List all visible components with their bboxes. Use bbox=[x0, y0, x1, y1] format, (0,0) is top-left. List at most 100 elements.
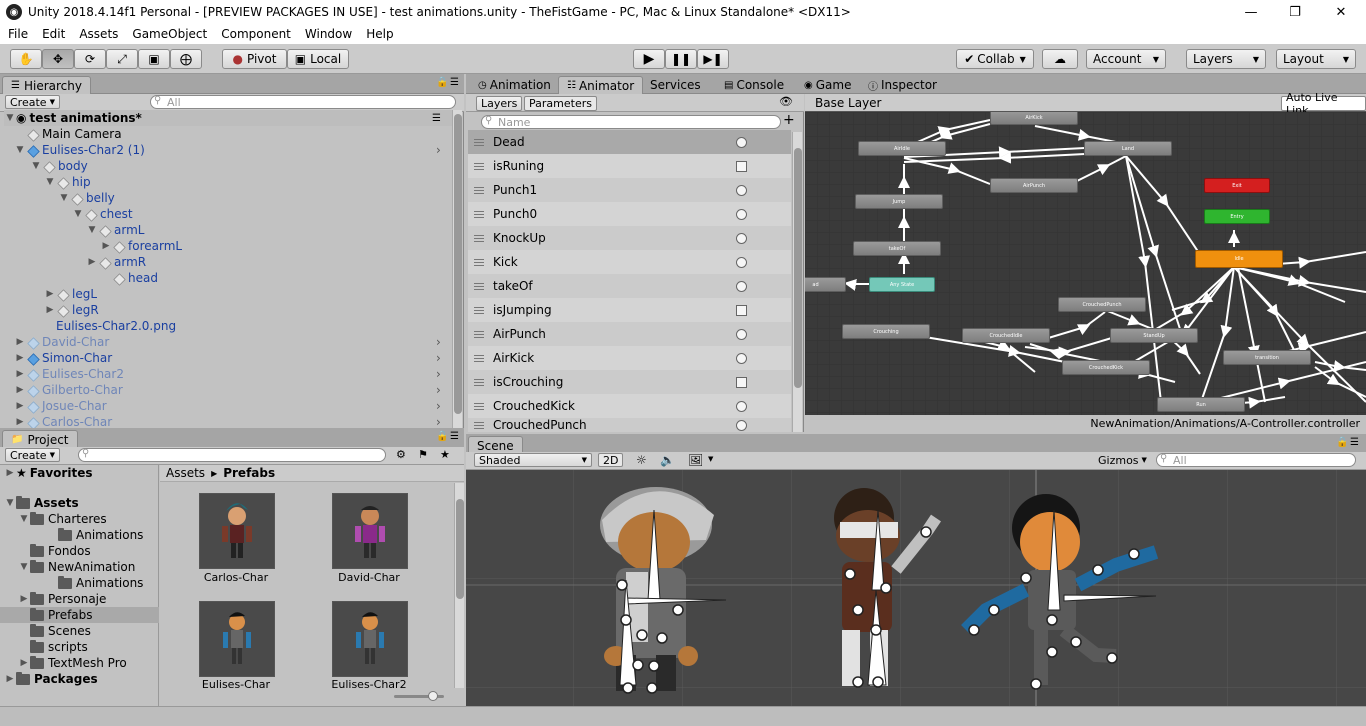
lock-icon[interactable]: 🔒 bbox=[1336, 437, 1348, 448]
menu-assets[interactable]: Assets bbox=[71, 27, 124, 41]
parameter-row[interactable]: isJumping bbox=[468, 298, 791, 322]
label-tag-icon[interactable]: ⚑ bbox=[418, 448, 428, 461]
parameter-row[interactable]: Kick bbox=[468, 250, 791, 274]
parameters-scrollbar[interactable] bbox=[792, 132, 802, 432]
scene-header[interactable]: ▼ ◉ test animations* ☰ bbox=[4, 110, 452, 126]
chevron-right-icon[interactable]: › bbox=[436, 383, 441, 397]
menu-icon[interactable]: ☰ bbox=[450, 77, 459, 88]
drag-handle-icon[interactable] bbox=[474, 330, 484, 338]
expand-arrow-icon[interactable]: ▶ bbox=[18, 594, 30, 604]
state-idle[interactable]: Idle bbox=[1195, 250, 1283, 268]
parameter-name[interactable]: KnockUp bbox=[493, 231, 546, 245]
drag-handle-icon[interactable] bbox=[474, 402, 484, 410]
expand-arrow-icon[interactable]: ▶ bbox=[44, 305, 56, 315]
parameter-name[interactable]: isCrouching bbox=[493, 375, 563, 389]
hierarchy-item[interactable]: ▶ Gilberto-Char › bbox=[14, 382, 441, 398]
expand-arrow-icon[interactable]: ▶ bbox=[100, 241, 112, 251]
expand-arrow-icon[interactable]: ▼ bbox=[4, 113, 16, 123]
hierarchy-item[interactable]: ▶ Eulises-Char2 › bbox=[14, 366, 441, 382]
project-folder-item[interactable]: Scenes bbox=[0, 623, 159, 639]
state-dead[interactable]: ad bbox=[805, 277, 846, 292]
animator-graph[interactable]: AirKick AirIdle Land AirPunch Exit Entry… bbox=[805, 112, 1366, 415]
packages-row[interactable]: ▶ Packages bbox=[4, 671, 98, 687]
hierarchy-item[interactable]: Eulises-Char2.0.png bbox=[44, 318, 176, 334]
drag-handle-icon[interactable] bbox=[474, 234, 484, 242]
tab-animator[interactable]: ☷ Animator bbox=[558, 76, 644, 94]
scene-menu-icon[interactable]: ☰ bbox=[432, 113, 441, 124]
audio-icon[interactable]: 🔈 bbox=[660, 453, 675, 467]
parameter-trigger-radio[interactable] bbox=[736, 400, 747, 412]
expand-arrow-icon[interactable]: ▼ bbox=[4, 498, 16, 508]
chevron-right-icon[interactable]: › bbox=[436, 415, 441, 429]
expand-arrow-icon[interactable]: ▶ bbox=[18, 658, 30, 668]
tab-game[interactable]: ◉ Game bbox=[796, 76, 859, 94]
expand-arrow-icon[interactable]: ▼ bbox=[58, 193, 70, 203]
tab-inspector[interactable]: ⓘ Inspector bbox=[860, 76, 945, 94]
cloud-button[interactable]: ☁ bbox=[1042, 49, 1078, 69]
lock-icon[interactable]: 🔒 bbox=[436, 431, 448, 442]
tab-animation[interactable]: ◷ Animation bbox=[470, 76, 559, 94]
expand-arrow-icon[interactable]: ▶ bbox=[14, 369, 26, 379]
state-airidle[interactable]: AirIdle bbox=[858, 141, 946, 156]
hierarchy-item[interactable]: Main Camera bbox=[14, 126, 122, 142]
drag-handle-icon[interactable] bbox=[474, 210, 484, 218]
expand-arrow-icon[interactable]: ▶ bbox=[14, 401, 26, 411]
project-folder-item[interactable]: scripts bbox=[0, 639, 159, 655]
parameter-bool-checkbox[interactable] bbox=[736, 376, 747, 388]
scale-tool-button[interactable]: ⤢ bbox=[106, 49, 138, 69]
layout-dropdown[interactable]: Layout ▼ bbox=[1276, 49, 1356, 69]
state-crouchedpunch[interactable]: CrouchedPunch bbox=[1058, 297, 1146, 312]
2d-toggle[interactable]: 2D bbox=[598, 453, 624, 467]
parameter-bool-checkbox[interactable] bbox=[736, 304, 747, 316]
hierarchy-search-input[interactable]: ⚲ All bbox=[150, 95, 456, 109]
parameters-tab-button[interactable]: Parameters bbox=[524, 96, 597, 111]
parameter-name[interactable]: CrouchedKick bbox=[493, 399, 575, 413]
parameter-row[interactable]: KnockUp bbox=[468, 226, 791, 250]
hierarchy-item[interactable]: ▼ armL bbox=[86, 222, 145, 238]
hierarchy-item[interactable]: ▶ legR bbox=[44, 302, 99, 318]
layers-dropdown[interactable]: Layers ▼ bbox=[1186, 49, 1266, 69]
prefab-thumbnail-carlos[interactable] bbox=[199, 493, 275, 569]
parameter-trigger-radio[interactable] bbox=[736, 280, 747, 292]
parameter-row[interactable]: Punch0 bbox=[468, 202, 791, 226]
expand-arrow-icon[interactable]: ▶ bbox=[44, 289, 56, 299]
project-folder-item[interactable]: Fondos bbox=[0, 543, 159, 559]
parameter-name[interactable]: Punch1 bbox=[493, 183, 537, 197]
drag-handle-icon[interactable] bbox=[474, 186, 484, 194]
chevron-down-icon[interactable]: ▼ bbox=[708, 455, 713, 463]
step-button[interactable]: ▶❚ bbox=[697, 49, 729, 69]
drag-handle-icon[interactable] bbox=[474, 378, 484, 386]
expand-arrow-icon[interactable]: ▼ bbox=[72, 209, 84, 219]
menu-icon[interactable]: ☰ bbox=[1350, 437, 1359, 448]
project-folder-item[interactable]: ▼ Charteres bbox=[0, 511, 159, 527]
tab-services[interactable]: Services bbox=[642, 76, 709, 94]
parameter-name[interactable]: AirKick bbox=[493, 351, 534, 365]
menu-gameobject[interactable]: GameObject bbox=[124, 27, 213, 41]
account-dropdown[interactable]: Account ▼ bbox=[1086, 49, 1166, 69]
hierarchy-item[interactable]: ▼ belly bbox=[58, 190, 115, 206]
parameter-trigger-radio[interactable] bbox=[736, 328, 747, 340]
hierarchy-item[interactable]: ▶ forearmL bbox=[100, 238, 183, 254]
chevron-right-icon[interactable]: › bbox=[436, 399, 441, 413]
tab-project[interactable]: 📁 Project bbox=[2, 430, 78, 448]
prefab-thumbnail-david[interactable] bbox=[332, 493, 408, 569]
parameter-trigger-radio[interactable] bbox=[736, 232, 747, 244]
image-effects-icon[interactable]: 🖼 bbox=[688, 453, 703, 467]
parameter-trigger-radio[interactable] bbox=[736, 136, 747, 148]
rotate-tool-button[interactable]: ⟳ bbox=[74, 49, 106, 69]
tab-console[interactable]: ▤ Console bbox=[716, 76, 792, 94]
parameter-name[interactable]: isJumping bbox=[493, 303, 552, 317]
drag-handle-icon[interactable] bbox=[474, 306, 484, 314]
move-tool-button[interactable]: ✥ bbox=[42, 49, 74, 69]
expand-arrow-icon[interactable]: ▼ bbox=[86, 225, 98, 235]
expand-arrow-icon[interactable]: ▶ bbox=[14, 337, 26, 347]
hierarchy-item[interactable]: ▶ armR bbox=[86, 254, 147, 270]
parameter-name[interactable]: Punch0 bbox=[493, 207, 537, 221]
chevron-right-icon[interactable]: › bbox=[436, 367, 441, 381]
parameter-trigger-radio[interactable] bbox=[736, 256, 747, 268]
state-transition[interactable]: transition bbox=[1223, 350, 1311, 365]
transform-tool-button[interactable]: ⨁ bbox=[170, 49, 202, 69]
state-crouching[interactable]: Crouching bbox=[842, 324, 930, 339]
prefab-thumbnail-eulises2[interactable] bbox=[332, 601, 408, 677]
lighting-icon[interactable]: ☼ bbox=[636, 453, 647, 467]
